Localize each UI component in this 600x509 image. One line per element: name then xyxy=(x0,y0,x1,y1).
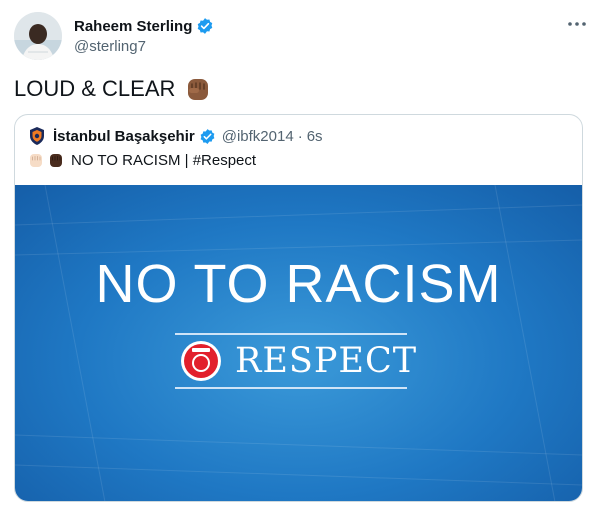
club-logo xyxy=(27,126,47,146)
author-name[interactable]: Raheem Sterling xyxy=(74,18,192,35)
avatar[interactable] xyxy=(14,12,62,60)
verified-badge-icon xyxy=(199,128,216,145)
tweet-text: LOUD & CLEAR xyxy=(14,74,213,104)
more-icon[interactable] xyxy=(566,16,588,32)
quoted-timestamp[interactable]: 6s xyxy=(307,128,323,145)
image-subtitle: RESPECT xyxy=(235,341,418,381)
tweet: Raheem Sterling @sterling7 LOUD & CLEAR xyxy=(0,0,600,509)
quoted-tweet-text: NO TO RACISM | #Respect xyxy=(27,151,256,169)
author-handle[interactable]: @sterling7 xyxy=(74,38,214,55)
banner-line-top xyxy=(175,333,407,335)
raised-fist-icon xyxy=(47,151,65,169)
respect-banner: RESPECT xyxy=(175,333,416,389)
uefa-logo xyxy=(179,339,223,383)
verified-badge-icon xyxy=(196,17,214,35)
quoted-author-handle[interactable]: @ibfk2014 xyxy=(222,128,294,145)
quoted-tweet[interactable]: İstanbul Başakşehir @ibfk2014 · 6s NO TO… xyxy=(14,114,583,502)
quoted-author-name[interactable]: İstanbul Başakşehir xyxy=(53,128,195,145)
quoted-text-content: NO TO RACISM | #Respect xyxy=(71,151,257,169)
banner-line-bottom xyxy=(175,387,407,389)
raised-fist-icon xyxy=(183,74,213,104)
quoted-tweet-header: İstanbul Başakşehir @ibfk2014 · 6s xyxy=(27,126,323,146)
tweet-text-content: LOUD & CLEAR xyxy=(14,76,176,101)
image-title: NO TO RACISM xyxy=(95,254,502,314)
quoted-media-image[interactable]: NO TO RACISM RESPECT xyxy=(15,185,582,501)
raised-fist-icon xyxy=(27,151,45,169)
separator-dot: · xyxy=(297,127,303,145)
author-info: Raheem Sterling @sterling7 xyxy=(74,16,214,55)
